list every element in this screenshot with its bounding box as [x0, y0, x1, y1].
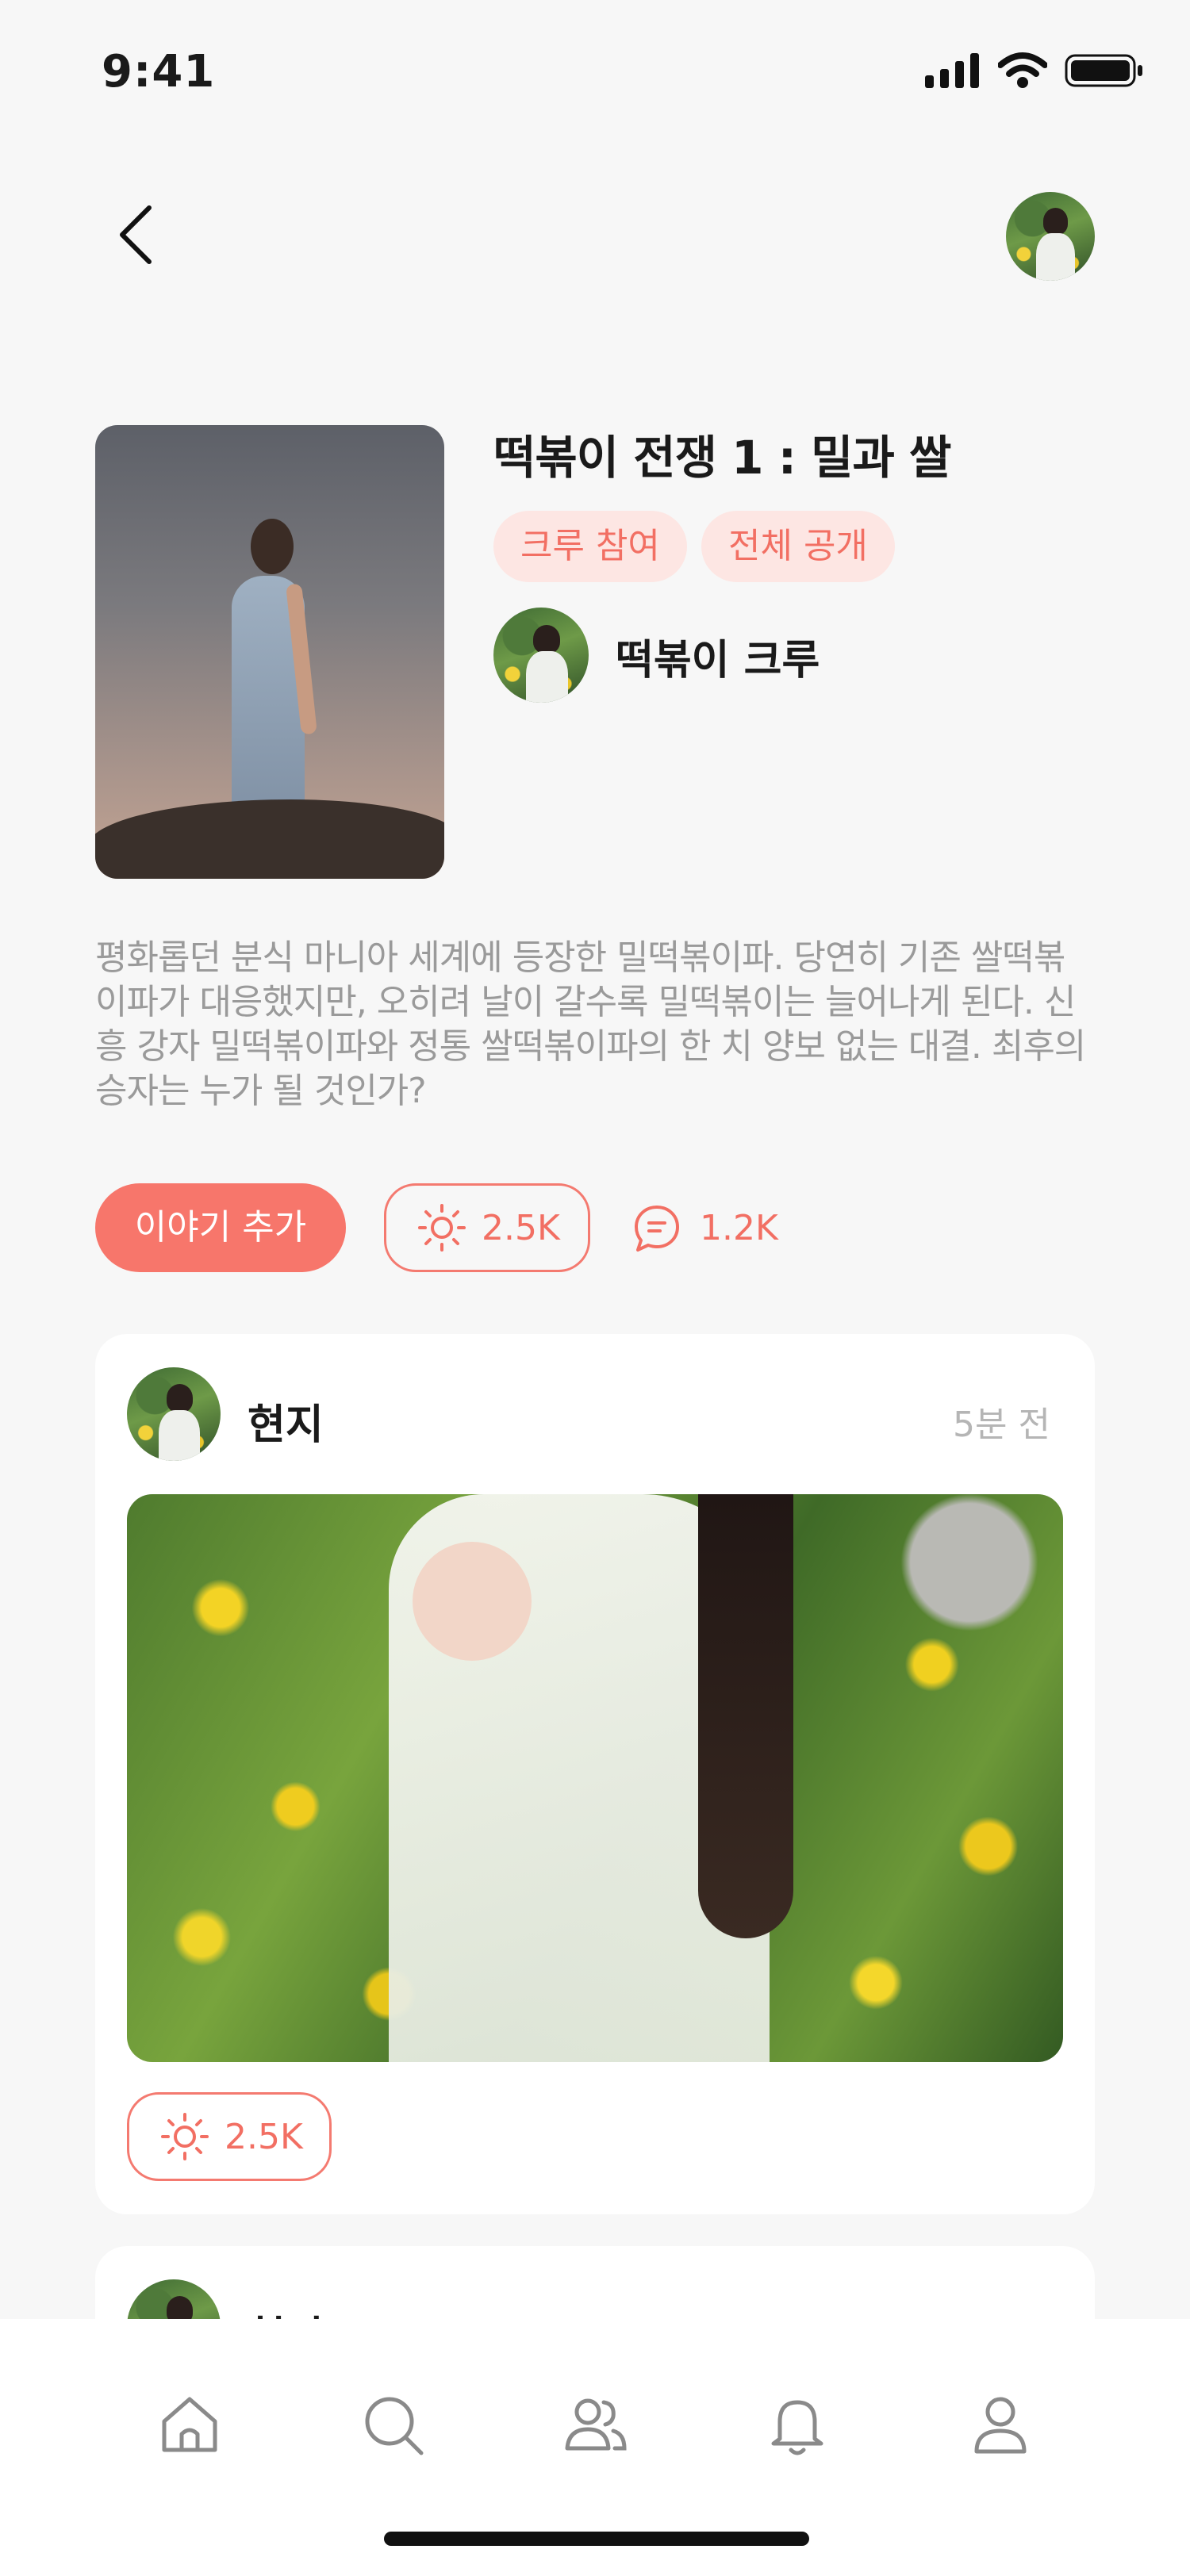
comment-count: 1.2K — [700, 1207, 778, 1248]
post-image[interactable] — [127, 1494, 1063, 2062]
status-time: 9:41 — [102, 46, 216, 98]
back-button[interactable] — [100, 195, 171, 274]
status-icons — [925, 52, 1144, 89]
sun-icon — [161, 2113, 209, 2160]
post-time: 5분 전 — [953, 1405, 1050, 1445]
tag-public: 전체 공개 — [701, 511, 895, 582]
battery-icon — [1065, 54, 1142, 87]
add-story-button[interactable]: 이야기 추가 — [95, 1183, 346, 1272]
feed-card: 현지 5분 전 2.5K — [95, 1334, 1095, 2214]
post-like-count: 2.5K — [225, 2116, 303, 2157]
chevron-left-icon — [120, 205, 152, 264]
like-count: 2.5K — [482, 1207, 560, 1248]
comment-icon — [635, 1206, 679, 1252]
post-like-button[interactable]: 2.5K — [127, 2092, 332, 2181]
home-indicator — [384, 2532, 809, 2546]
tab-home[interactable] — [146, 2381, 233, 2468]
crew-name[interactable]: 떡볶이 크루 — [616, 627, 820, 686]
wifi-icon — [998, 52, 1047, 88]
tab-notifications[interactable] — [754, 2381, 841, 2468]
story-title: 떡볶이 전쟁 1 : 밀과 쌀 — [493, 431, 951, 485]
tag-crew-join: 크루 참여 — [493, 511, 687, 582]
profile-icon — [974, 2397, 1027, 2454]
sun-icon — [418, 1204, 466, 1252]
bell-icon — [771, 2400, 823, 2455]
crew-icon — [565, 2398, 627, 2451]
post-author-avatar[interactable] — [127, 1367, 221, 1461]
like-button[interactable]: 2.5K — [384, 1183, 590, 1272]
post-author-name[interactable]: 현지 — [248, 1391, 324, 1451]
story-description: 평화롭던 분식 마니아 세계에 등장한 밀떡볶이파. 당연히 기존 쌀떡볶이파가… — [95, 937, 1086, 1111]
home-icon — [162, 2397, 217, 2452]
signal-icon — [925, 53, 979, 88]
avatar — [127, 1367, 221, 1461]
comment-button[interactable]: 1.2K — [631, 1183, 778, 1272]
profile-avatar-button[interactable] — [1006, 192, 1095, 281]
search-icon — [365, 2397, 424, 2455]
avatar — [1006, 192, 1095, 281]
tab-crew[interactable] — [552, 2381, 639, 2468]
tab-profile[interactable] — [957, 2381, 1044, 2468]
tab-search[interactable] — [349, 2381, 436, 2468]
crew-avatar[interactable] — [493, 608, 589, 703]
avatar — [493, 608, 589, 703]
story-cover-image — [95, 425, 444, 879]
